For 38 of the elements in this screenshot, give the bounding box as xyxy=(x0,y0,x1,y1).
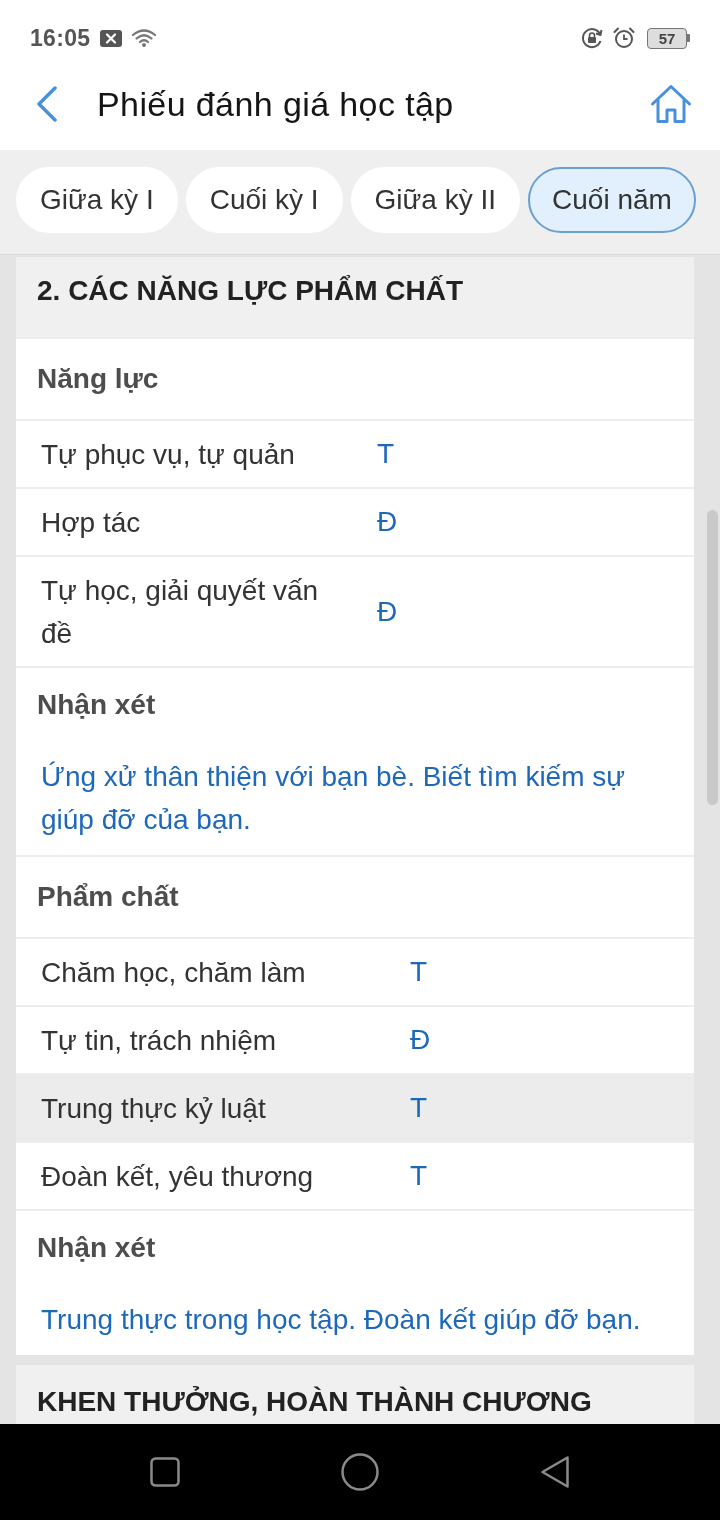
criterion-label: Trung thực kỷ luật xyxy=(40,1091,267,1126)
section-heading: KHEN THƯỞNG, HOÀN THÀNH CHƯƠNG xyxy=(16,1365,694,1424)
criterion-label: Đoàn kết, yêu thương xyxy=(40,1159,315,1194)
rotation-lock-icon xyxy=(581,27,603,49)
wifi-icon xyxy=(132,29,157,47)
grade-value: T xyxy=(377,438,395,470)
home-icon[interactable] xyxy=(650,84,692,124)
back-icon[interactable] xyxy=(540,1455,570,1489)
alarm-clock-icon xyxy=(613,27,635,49)
grade-value: Đ xyxy=(377,595,398,628)
section-heading: 2. CÁC NĂNG LỰC PHẨM CHẤT xyxy=(16,257,694,337)
grade-value: T xyxy=(410,956,428,988)
criterion-label: Tự phục vụ, tự quản xyxy=(40,437,296,472)
comment-text: Trung thực trong học tập. Đoàn kết giúp đỡ bạn. xyxy=(40,1303,642,1337)
period-tab[interactable]: Cuối kỳ I xyxy=(185,167,343,233)
battery-indicator: 57 xyxy=(647,27,690,49)
grade-value: Đ xyxy=(410,1024,431,1056)
status-time: 16:05 xyxy=(30,24,91,52)
page-title: Phiếu đánh giá học tập xyxy=(97,84,455,124)
criterion-label: Hợp tác xyxy=(40,505,142,540)
criterion-label: Chăm học, chăm làm xyxy=(40,955,307,990)
comment-text: Ứng xử thân thiện với bạn bè. Biết tìm kiếm sự giúp đỡ của bạn. xyxy=(40,760,627,837)
period-tab[interactable]: Giữa kỳ II xyxy=(350,167,521,233)
grade-value: T xyxy=(410,1092,428,1124)
criterion-label: Tự học, giải quyết vấn đề xyxy=(40,573,320,651)
x-box-icon xyxy=(100,29,123,47)
home-icon[interactable] xyxy=(341,1453,379,1491)
back-icon[interactable] xyxy=(36,86,58,122)
criterion-label: Tự tin, trách nhiệm xyxy=(40,1023,278,1058)
comment-label: Nhận xét xyxy=(36,688,157,722)
period-tab[interactable]: Cuối năm xyxy=(528,167,696,233)
grade-value: T xyxy=(410,1160,428,1192)
grade-value: Đ xyxy=(377,506,398,538)
scrollbar-thumb[interactable] xyxy=(707,510,718,805)
comment-label: Nhận xét xyxy=(36,1231,157,1265)
table-row[interactable]: Trung thực kỷ luật T xyxy=(16,1073,694,1141)
period-tab[interactable]: Giữa kỳ I xyxy=(16,167,178,233)
recent-apps-icon[interactable] xyxy=(150,1457,180,1487)
